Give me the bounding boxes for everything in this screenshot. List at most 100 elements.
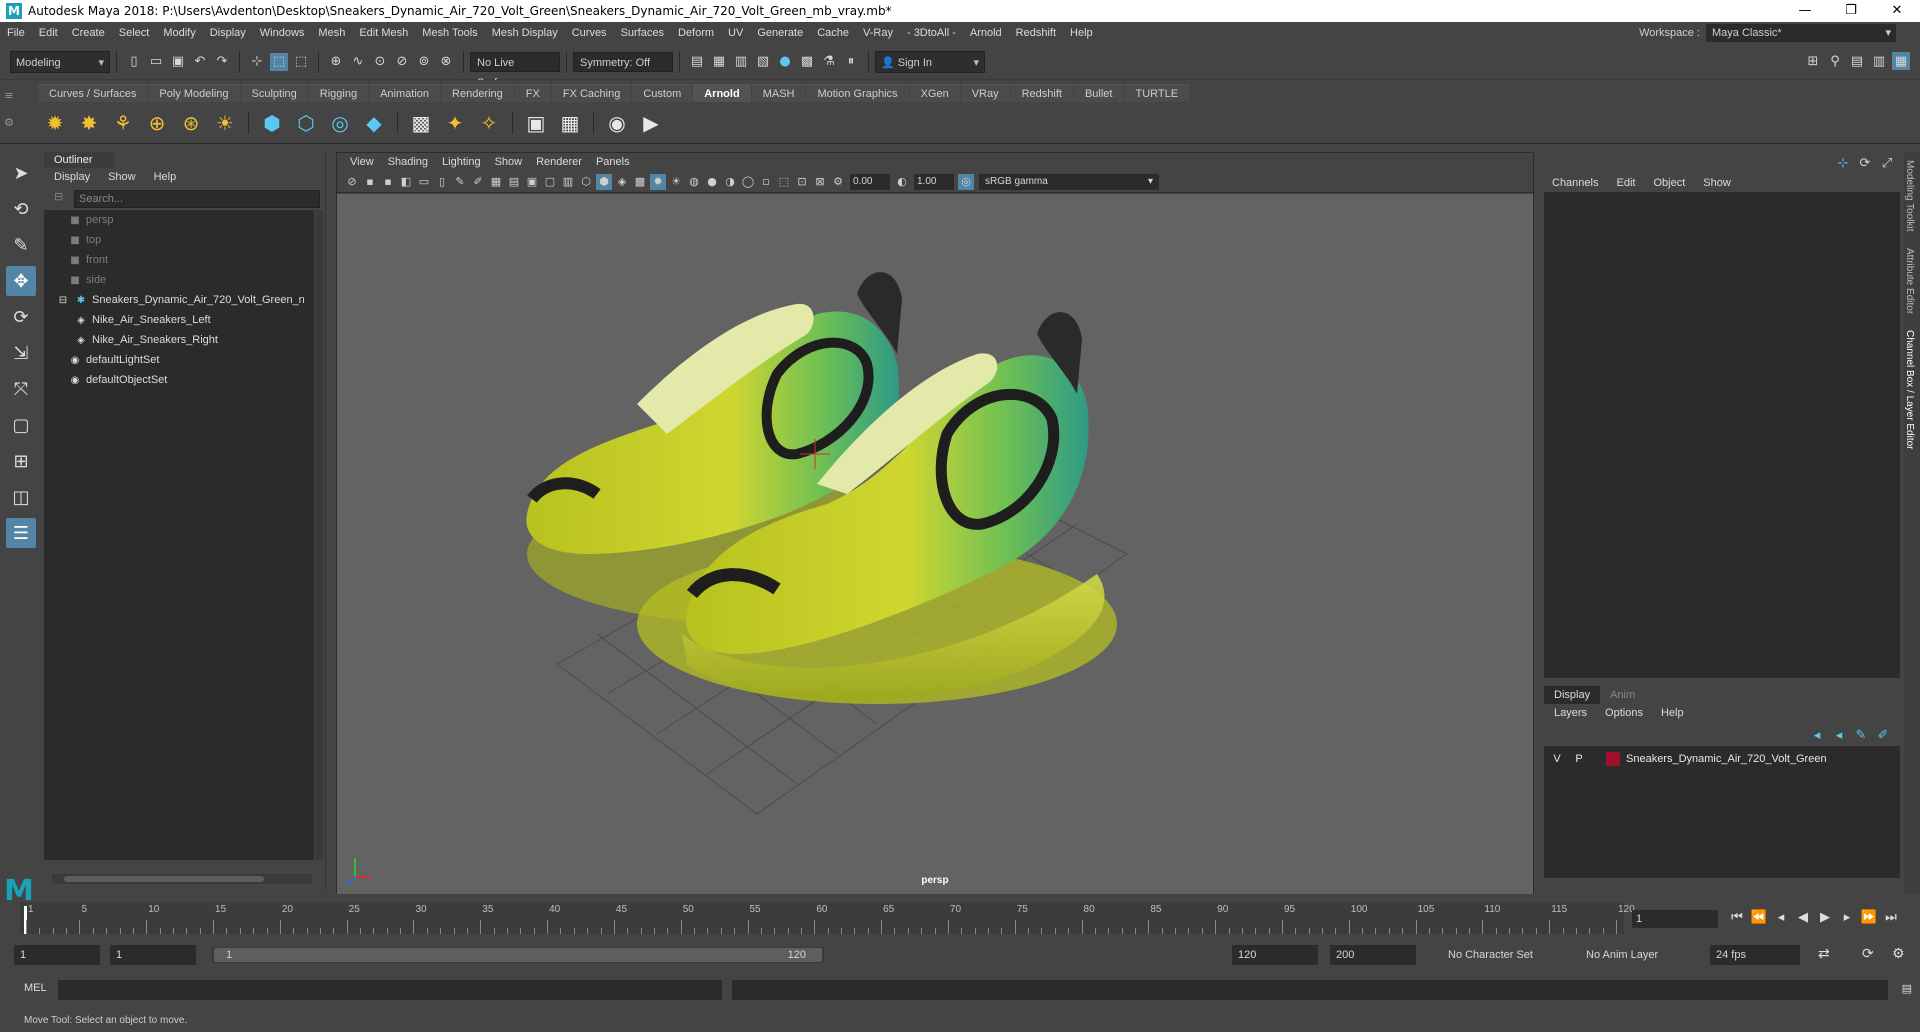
gamma-icon[interactable]: ◐ <box>894 174 910 190</box>
scale-tool-icon[interactable]: ⇲ <box>6 338 36 368</box>
motion-blur-icon[interactable]: ● <box>704 174 720 190</box>
safe-title-icon[interactable]: ▢ <box>542 174 558 190</box>
gate-mask-icon[interactable]: ▥ <box>560 174 576 190</box>
tab-anim[interactable]: Anim <box>1600 686 1645 704</box>
undo-icon[interactable]: ↶ <box>191 53 209 71</box>
layer-playback-toggle[interactable]: P <box>1568 753 1590 765</box>
move-tool-icon[interactable]: ✥ <box>6 266 36 296</box>
channel-edit-menu[interactable]: Edit <box>1608 177 1645 189</box>
shelf-tab-rendering[interactable]: Rendering <box>441 84 514 102</box>
command-input[interactable] <box>58 980 722 1000</box>
range-slider-thumb[interactable]: 1 120 <box>214 948 822 962</box>
tab-modeling-toolkit[interactable]: Modeling Toolkit <box>1904 152 1915 240</box>
open-scene-icon[interactable]: ▭ <box>147 53 165 71</box>
menu-set-dropdown[interactable]: Modeling <box>10 50 110 74</box>
viewport-menu-view[interactable]: View <box>343 156 381 168</box>
grease-pencil-icon[interactable]: ✐ <box>470 174 486 190</box>
go-to-start-icon[interactable]: ⏮ <box>1726 910 1748 925</box>
film-gate-icon[interactable]: ▭ <box>416 174 432 190</box>
new-scene-icon[interactable]: ▯ <box>125 53 143 71</box>
use-all-lights-icon[interactable]: ✹ <box>650 173 666 190</box>
outliner-item-right-sneaker[interactable]: ◈ Nike_Air_Sneakers_Right <box>44 330 314 350</box>
menu-mesh[interactable]: Mesh <box>311 22 352 44</box>
lasso-tool-icon[interactable]: ⟲ <box>6 194 36 224</box>
channel-box-toggle-icon[interactable]: ▦ <box>1892 52 1910 70</box>
snap-surface-icon[interactable]: ⊚ <box>415 53 433 71</box>
channel-box-area[interactable] <box>1544 192 1900 678</box>
shelf-tab-vray[interactable]: VRay <box>960 84 1010 102</box>
shelf-tab-turtle[interactable]: TURTLE <box>1124 84 1190 102</box>
channel-object-menu[interactable]: Object <box>1645 177 1695 189</box>
shadows-icon[interactable]: ☀ <box>668 174 684 190</box>
layers-menu[interactable]: Layers <box>1544 707 1595 719</box>
color-space-dropdown[interactable]: sRGB gamma <box>979 173 1159 190</box>
render-play-icon[interactable]: ▶ <box>637 109 665 137</box>
attribute-editor-toggle-icon[interactable]: ▤ <box>1848 52 1866 70</box>
four-view-layout-icon[interactable]: ⊞ <box>6 446 36 476</box>
workspace-dropdown[interactable]: Maya Classic* <box>1706 24 1896 42</box>
outliner-item-default-light-set[interactable]: ◉ defaultLightSet <box>44 350 314 370</box>
flush-cache-icon[interactable]: ✦ <box>441 109 469 137</box>
shelf-tab-redshift[interactable]: Redshift <box>1010 84 1073 102</box>
outliner-menu-show[interactable]: Show <box>98 171 144 183</box>
snap-view-icon[interactable]: ⊘ <box>393 53 411 71</box>
xray-joints-icon[interactable]: ⊡ <box>794 174 810 190</box>
channel-show-menu[interactable]: Show <box>1695 177 1741 189</box>
outliner-item-persp[interactable]: ■ persp <box>44 210 314 230</box>
volume-icon[interactable]: ◆ <box>360 109 388 137</box>
tool-settings-toggle-icon[interactable]: ▥ <box>1870 52 1888 70</box>
live-surface-field[interactable]: No Live Surface <box>470 51 560 89</box>
step-back-frame-icon[interactable]: ◂ <box>1770 910 1792 925</box>
snap-edge-icon[interactable]: ⊗ <box>437 53 455 71</box>
outliner-item-left-sneaker[interactable]: ◈ Nike_Air_Sneakers_Left <box>44 310 314 330</box>
layer-visibility-toggle[interactable]: V <box>1546 753 1568 765</box>
shelf-tab-mash[interactable]: MASH <box>751 84 806 102</box>
scrollbar-thumb[interactable] <box>64 876 264 882</box>
photometric-light-icon[interactable]: ⚘ <box>109 109 137 137</box>
resolution-gate-icon[interactable]: ▯ <box>434 174 450 190</box>
shelf-tab-curves-surfaces[interactable]: Curves / Surfaces <box>38 84 148 102</box>
script-editor-icon[interactable]: ▤ <box>1902 982 1912 995</box>
channel-box-icon[interactable]: ⊹ <box>1834 154 1852 172</box>
outliner-item-front[interactable]: ■ front <box>44 250 314 270</box>
menu-3dtoall[interactable]: - 3DtoAll - <box>900 22 963 44</box>
area-light-icon[interactable]: ✹ <box>41 109 69 137</box>
snap-grid-icon[interactable]: ⊕ <box>327 53 345 71</box>
filter-icon[interactable]: ⊟ <box>54 190 63 203</box>
pause-icon[interactable]: ⏸ <box>842 53 860 71</box>
anti-aliasing-icon[interactable]: ◑ <box>722 174 738 190</box>
collapse-icon[interactable]: ⊟ <box>56 291 70 310</box>
current-frame-field[interactable]: 1 <box>1632 910 1718 928</box>
outliner-menu-help[interactable]: Help <box>144 171 185 183</box>
outliner-horizontal-scrollbar[interactable] <box>52 874 312 884</box>
shelf-tab-sculpting[interactable]: Sculpting <box>240 84 308 102</box>
standin-icon[interactable]: ⬢ <box>258 109 286 137</box>
menu-mesh-display[interactable]: Mesh Display <box>485 22 565 44</box>
vray-render-icon[interactable]: ▩ <box>798 53 816 71</box>
symmetry-dropdown[interactable]: Symmetry: Off <box>573 51 673 72</box>
outliner-vertical-scrollbar[interactable] <box>315 210 323 860</box>
shelf-options-icon[interactable]: ⚙ <box>0 116 18 129</box>
new-layer-selected-icon[interactable]: ✐ <box>1874 726 1892 744</box>
menu-redshift[interactable]: Redshift <box>1009 22 1063 44</box>
redo-icon[interactable]: ↷ <box>213 53 231 71</box>
outliner-item-side[interactable]: ■ side <box>44 270 314 290</box>
menu-deform[interactable]: Deform <box>671 22 721 44</box>
mesh-light-icon[interactable]: ✸ <box>75 109 103 137</box>
wireframe-icon[interactable]: ⬡ <box>578 174 594 190</box>
xray-icon[interactable]: ⬚ <box>776 174 792 190</box>
menu-modify[interactable]: Modify <box>156 22 202 44</box>
shelf-tab-motion-graphics[interactable]: Motion Graphics <box>806 84 909 102</box>
select-hierarchy-icon[interactable]: ⊹ <box>248 53 266 71</box>
shelf-tab-rigging[interactable]: Rigging <box>308 84 369 102</box>
menu-uv[interactable]: UV <box>721 22 750 44</box>
menu-display[interactable]: Display <box>203 22 253 44</box>
tab-attribute-editor[interactable]: Attribute Editor <box>1904 240 1915 322</box>
select-tool-icon[interactable]: ➤ <box>6 158 36 188</box>
move-layer-up-icon[interactable]: ◂ <box>1808 726 1826 744</box>
viewport-menu-show[interactable]: Show <box>488 156 530 168</box>
bookmark-icon[interactable]: ▪ <box>380 174 396 190</box>
shader-icon[interactable]: ▦ <box>556 109 584 137</box>
save-scene-icon[interactable]: ▣ <box>169 53 187 71</box>
snap-point-icon[interactable]: ⊙ <box>371 53 389 71</box>
